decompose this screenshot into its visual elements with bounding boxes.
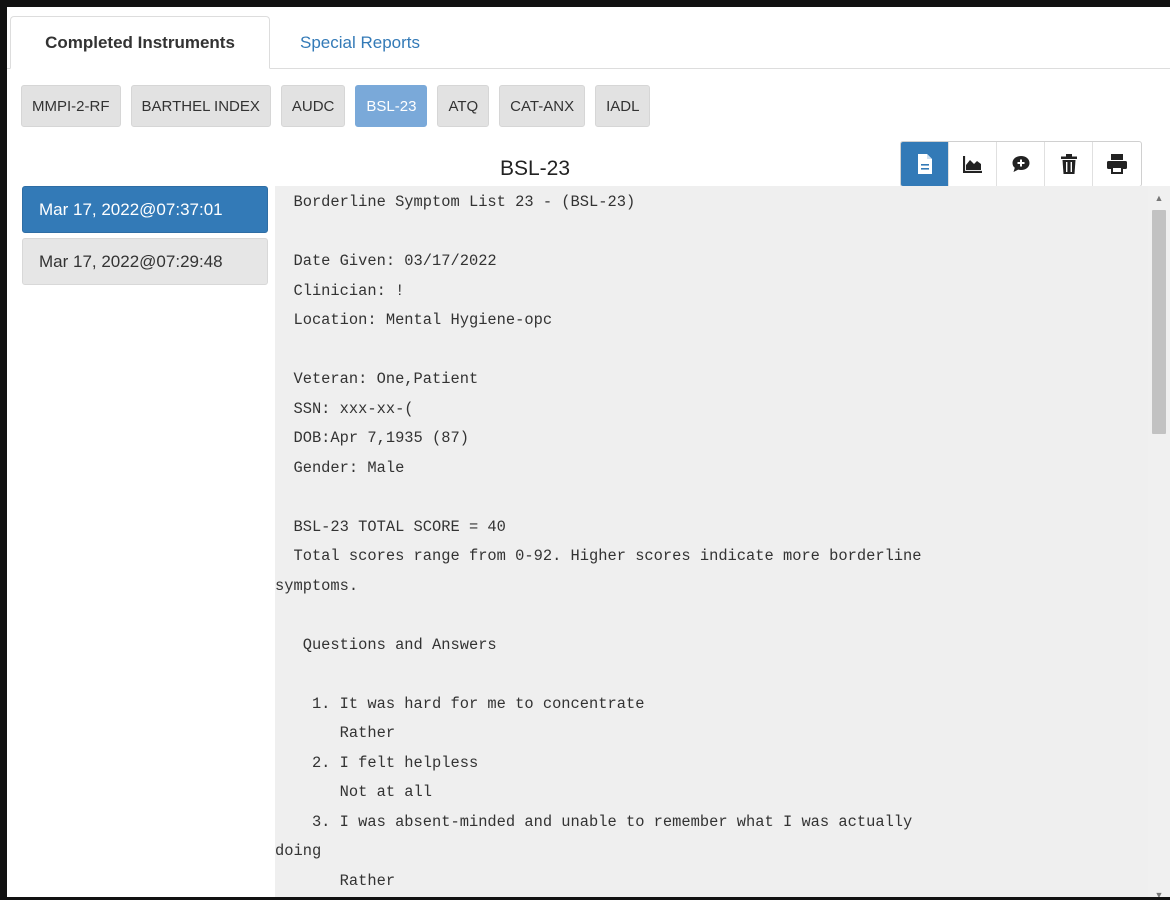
trash-icon bbox=[1060, 154, 1077, 174]
instrument-button-row: MMPI-2-RF BARTHEL INDEX AUDC BSL-23 ATQ … bbox=[21, 85, 651, 127]
date-item-selected[interactable]: Mar 17, 2022@07:37:01 bbox=[22, 186, 268, 233]
report-panel[interactable]: Borderline Symptom List 23 - (BSL-23) Da… bbox=[275, 186, 1170, 897]
report-text: Borderline Symptom List 23 - (BSL-23) Da… bbox=[275, 193, 922, 890]
instrument-button-atq[interactable]: ATQ bbox=[437, 85, 490, 127]
comment-button[interactable] bbox=[997, 142, 1045, 186]
tab-special-reports[interactable]: Special Reports bbox=[282, 16, 438, 69]
scroll-up-arrow-icon[interactable]: ▲ bbox=[1148, 189, 1170, 207]
print-button[interactable] bbox=[1093, 142, 1141, 186]
instrument-button-iadl[interactable]: IADL bbox=[595, 85, 651, 127]
print-icon bbox=[1107, 154, 1127, 174]
delete-button[interactable] bbox=[1045, 142, 1093, 186]
document-icon bbox=[917, 154, 932, 174]
report-toolbar bbox=[900, 141, 1142, 187]
document-view-button[interactable] bbox=[901, 142, 949, 186]
app-frame: Completed Instruments Special Reports MM… bbox=[0, 0, 1170, 900]
scroll-thumb[interactable] bbox=[1152, 210, 1166, 434]
tab-completed-instruments[interactable]: Completed Instruments bbox=[10, 16, 270, 69]
instrument-button-mmpi-2-rf[interactable]: MMPI-2-RF bbox=[21, 85, 121, 127]
chart-view-button[interactable] bbox=[949, 142, 997, 186]
instrument-button-barthel-index[interactable]: BARTHEL INDEX bbox=[130, 85, 271, 127]
administration-date-list: Mar 17, 2022@07:37:01 Mar 17, 2022@07:29… bbox=[22, 186, 268, 290]
top-tab-bar: Completed Instruments Special Reports bbox=[7, 7, 1170, 69]
scroll-down-arrow-icon[interactable]: ▼ bbox=[1148, 886, 1170, 897]
chart-icon bbox=[962, 156, 982, 173]
report-scrollbar[interactable]: ▲ ▼ bbox=[1148, 186, 1170, 897]
instrument-button-cat-anx[interactable]: CAT-ANX bbox=[499, 85, 586, 127]
comment-icon bbox=[1012, 156, 1029, 172]
instrument-button-audc[interactable]: AUDC bbox=[280, 85, 346, 127]
date-item[interactable]: Mar 17, 2022@07:29:48 bbox=[22, 238, 268, 285]
instrument-button-bsl-23[interactable]: BSL-23 bbox=[355, 85, 428, 127]
report-title: BSL-23 bbox=[499, 157, 571, 180]
